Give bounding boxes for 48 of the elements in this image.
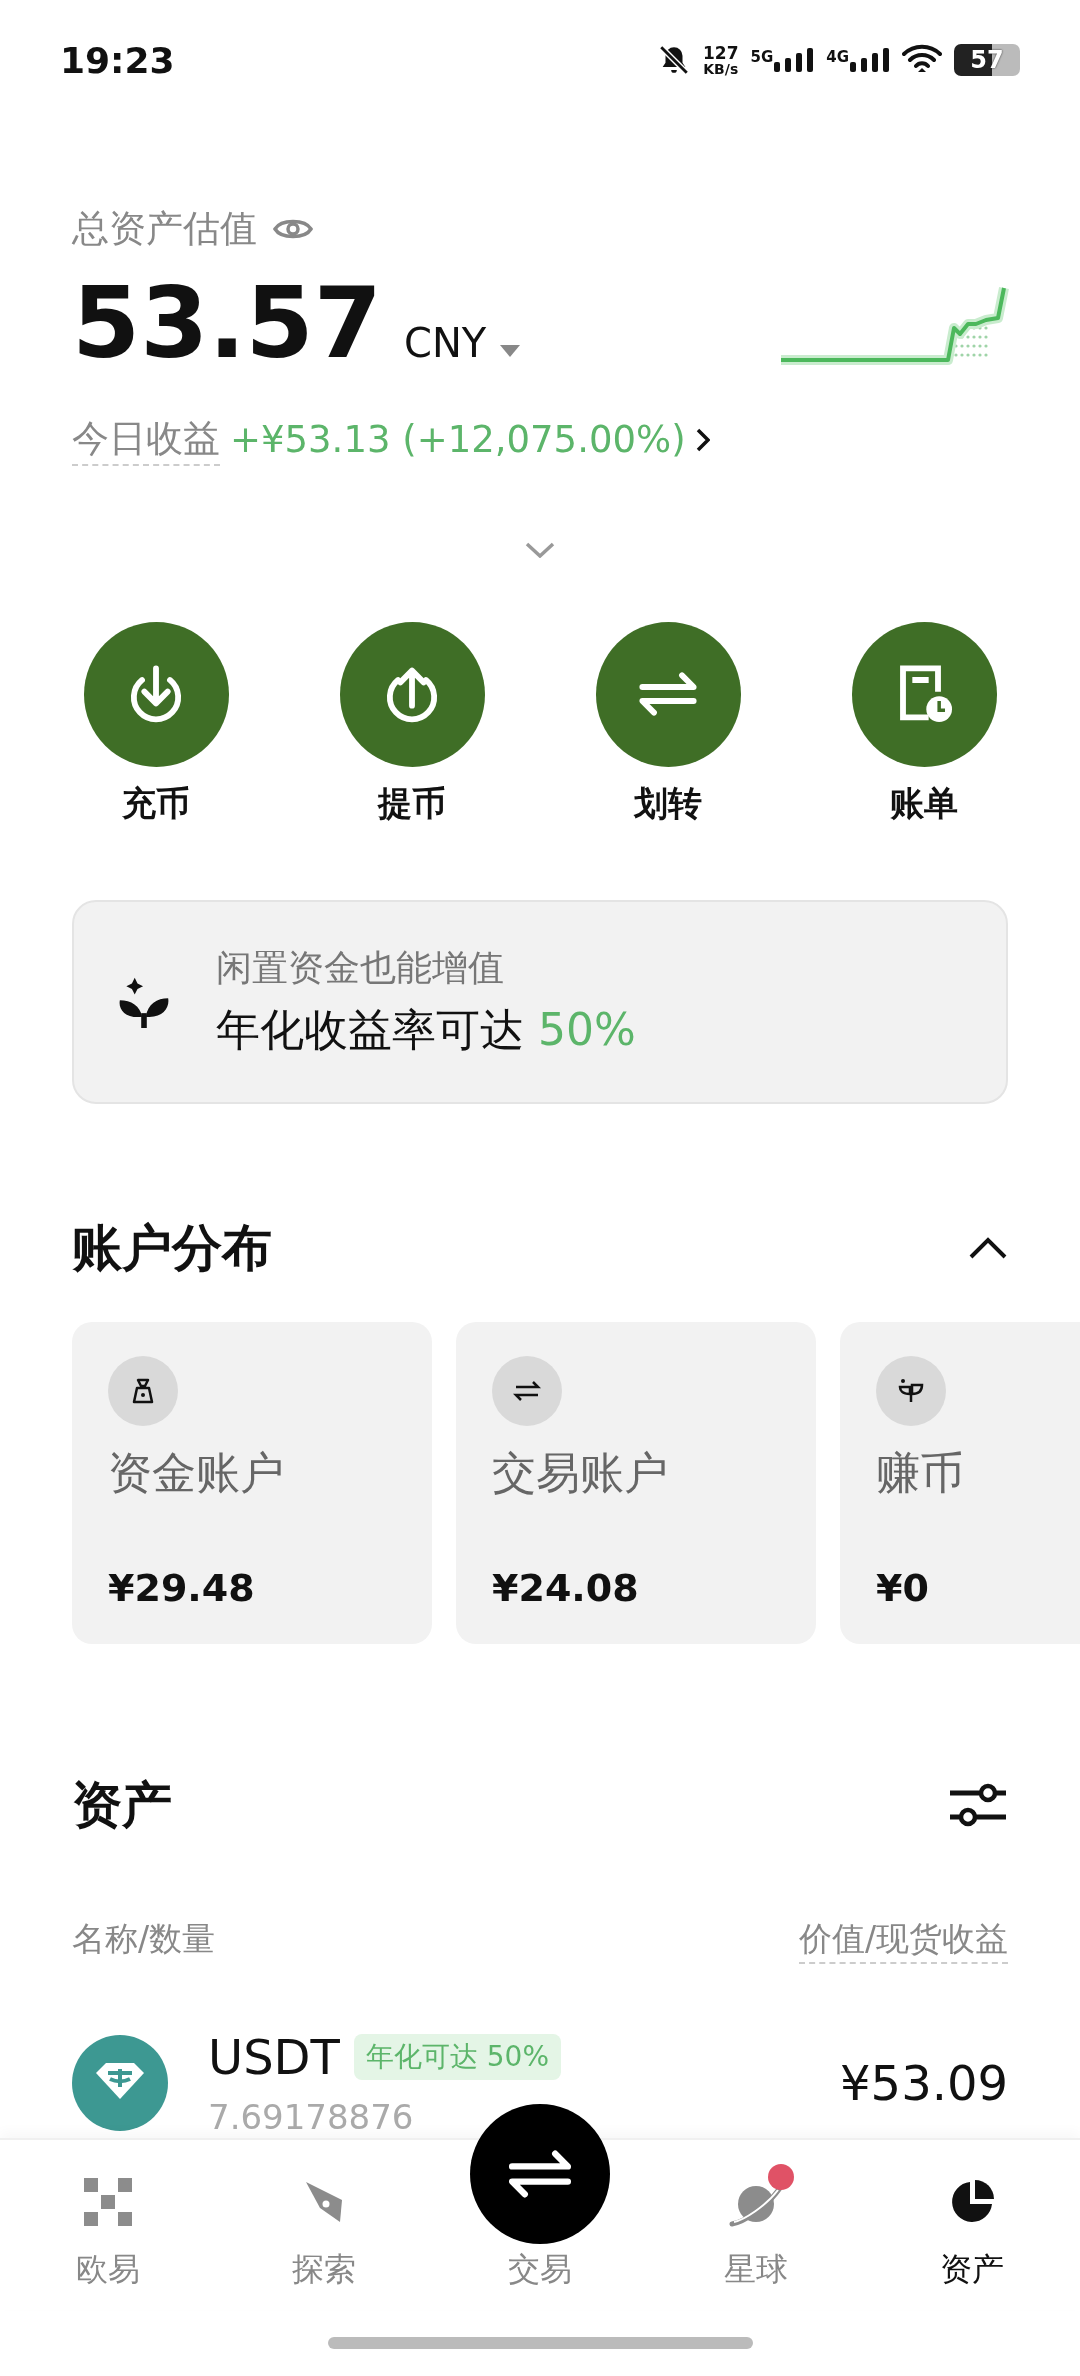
action-label: 提币 [378, 781, 446, 825]
promo-subtitle: 闲置资金也能增值 [216, 945, 505, 990]
account-card[interactable]: 赚币 ¥0 [840, 1321, 1080, 1644]
action-label: 账单 [890, 781, 958, 825]
column-header[interactable]: 价值/现货收益 [798, 1916, 1008, 1964]
account-card[interactable]: 交易账户 ¥24.08 [456, 1321, 816, 1644]
grid-icon [84, 2178, 132, 2226]
promo-title: 年化收益率可达 50% [216, 1002, 636, 1057]
chevron-right-icon[interactable] [695, 427, 710, 452]
nav-tab[interactable]: 星球 [648, 2140, 864, 2310]
yield-tag: 年化可达 50% [353, 2033, 562, 2080]
status-time: 19:23 [60, 39, 175, 81]
signal-icon [774, 48, 815, 72]
today-profit-value: +¥53.13 (+12,075.00%) [230, 418, 686, 462]
nav-tab[interactable]: 欧易 [0, 2140, 216, 2310]
signal-icon [850, 48, 890, 72]
action-label: 充币 [122, 781, 190, 825]
coin-symbol: USDT [208, 2028, 340, 2085]
account-name: 交易账户 [492, 1445, 669, 1500]
action-label: 划转 [634, 781, 702, 825]
nav-tab[interactable]: 探索 [216, 2140, 432, 2310]
network-type: 5G [750, 48, 774, 66]
chevron-down-icon[interactable] [525, 541, 555, 558]
account-amount: ¥24.08 [492, 1565, 640, 1610]
today-profit-label: 今日收益 [72, 413, 220, 466]
account-card[interactable]: 资金账户 ¥29.48 [72, 1321, 432, 1644]
nav-tab[interactable]: 资产 [864, 2140, 1080, 2310]
column-header: 名称/数量 [72, 1917, 216, 1960]
network-speed: 127 KB/s [703, 44, 739, 76]
bell-muted-icon [657, 43, 691, 77]
section-title: 资产 [72, 1774, 172, 1836]
account-amount: ¥0 [876, 1565, 930, 1610]
filter-icon[interactable] [948, 1783, 1008, 1828]
account-name: 赚币 [876, 1445, 965, 1500]
account-name: 资金账户 [108, 1445, 285, 1500]
collapse-icon[interactable] [968, 1236, 1008, 1261]
network-type: 4G [826, 48, 849, 66]
dot-grid [954, 326, 988, 357]
total-label: 总资产估值 [72, 206, 257, 252]
promo-card[interactable]: 闲置资金也能增值 年化收益率可达 50% [72, 899, 1008, 1104]
nav-label[interactable]: 交易 [508, 2248, 572, 2292]
section-title: 账户分布 [72, 1217, 272, 1279]
dropdown-icon[interactable] [500, 345, 521, 357]
currency-selector[interactable]: CNY [404, 320, 487, 366]
coin-value: ¥53.09 [840, 2054, 1008, 2111]
account-amount: ¥29.48 [108, 1565, 256, 1610]
total-value: 53.57 [72, 270, 382, 378]
coin-quantity: 7.69178876 [208, 2096, 415, 2137]
